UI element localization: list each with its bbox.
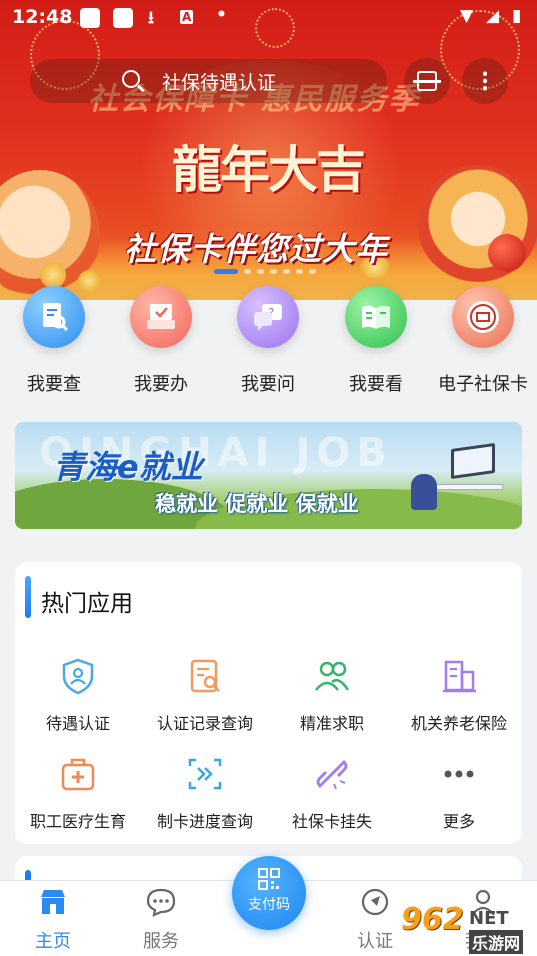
notification-icon [113, 8, 133, 28]
monitor-illustration [451, 442, 495, 480]
medical-kit-icon [58, 754, 98, 794]
service-label: 我要办 [134, 374, 188, 395]
building-icon [439, 656, 479, 696]
app-label: 社保卡挂失 [291, 812, 372, 831]
person-illustration [411, 474, 437, 510]
banner-calligraphy: 龍年大吉 [172, 140, 366, 199]
nav-home[interactable]: 主页 [8, 887, 98, 953]
carousel-dot[interactable] [309, 269, 316, 274]
carousel-indicators [214, 269, 316, 275]
app-medical-maternity[interactable]: 职工医疗生育 [15, 754, 141, 832]
record-search-icon [185, 656, 225, 696]
search-icon [122, 70, 140, 88]
carousel-dot[interactable] [257, 269, 264, 274]
people-icon [312, 656, 352, 696]
watermark-number: 962 [401, 902, 464, 937]
notification-icon [80, 8, 100, 28]
watermark-net: NET [469, 908, 509, 929]
question-chat-icon: ? [237, 286, 299, 348]
search-bar[interactable]: 社保待遇认证 [30, 59, 387, 103]
app-card-progress-query[interactable]: 制卡进度查询 [142, 754, 268, 832]
section-accent-bar [25, 576, 31, 618]
scan-button[interactable] [404, 58, 450, 104]
app-pension-insurance[interactable]: 机关养老保险 [396, 656, 522, 734]
office-worker-illustration [411, 442, 503, 510]
navigation-arrow-icon [360, 887, 390, 917]
app-label: 制卡进度查询 [156, 812, 253, 831]
document-search-icon [23, 286, 85, 348]
hot-apps-card: 热门应用 待遇认证 认证记录查询 精准求职 机关养老保险 职工医疗生育 制卡进度… [15, 562, 522, 844]
employment-promo-banner[interactable]: QINGHAI JOB 青海e就业 稳就业 促就业 保就业 [15, 422, 522, 529]
app-more[interactable]: 更多 [396, 754, 522, 832]
app-card-report-loss[interactable]: 社保卡挂失 [269, 754, 395, 832]
more-vertical-icon [483, 70, 487, 92]
carousel-dot[interactable] [296, 269, 303, 274]
open-book-icon [345, 286, 407, 348]
service-ask[interactable]: ? 我要问 [214, 286, 322, 396]
app-label: 认证记录查询 [156, 714, 253, 733]
watermark-name: 乐游网 [469, 930, 524, 954]
download-icon: ⭳ [148, 8, 154, 28]
payment-code-button[interactable]: 支付码 [232, 856, 306, 930]
service-shortcuts: 我要查 我要办 ? 我要问 我要看 电子社保卡 [0, 286, 537, 396]
nav-label: 服务 [143, 931, 179, 952]
scan-line [413, 80, 441, 83]
carousel-dot[interactable] [270, 269, 277, 274]
app-label: 职工医疗生育 [29, 812, 126, 831]
qr-code-icon [258, 868, 280, 890]
carousel-dot-active[interactable] [214, 269, 238, 274]
app-auth-record-query[interactable]: 认证记录查询 [142, 656, 268, 734]
nav-services[interactable]: 服务 [116, 887, 206, 953]
section-title: 热门应用 [41, 591, 133, 617]
broken-link-icon [312, 754, 352, 794]
app-label: 机关养老保险 [410, 714, 507, 733]
service-handle[interactable]: 我要办 [107, 286, 215, 396]
nav-label: 主页 [35, 931, 71, 952]
chat-bubble-icon [146, 887, 176, 917]
shield-person-icon [58, 656, 98, 696]
service-label: 我要问 [241, 374, 295, 395]
service-label: 我要看 [349, 374, 403, 395]
gold-coin-decoration [40, 262, 66, 288]
app-label: 待遇认证 [45, 714, 110, 733]
card-progress-icon [185, 754, 225, 794]
search-placeholder: 社保待遇认证 [162, 71, 277, 94]
app-job-search[interactable]: 精准求职 [269, 656, 395, 734]
battery-icon: ▮ [512, 6, 522, 26]
promo-subtitle: 稳就业 促就业 保就业 [155, 492, 359, 516]
lantern-ball-decoration [488, 234, 526, 272]
checkbox-tray-icon [130, 286, 192, 348]
carousel-dot[interactable] [283, 269, 290, 274]
wifi-icon: ▼ [460, 6, 474, 26]
pay-label: 支付码 [248, 897, 290, 913]
more-dots-icon [439, 754, 479, 794]
service-query[interactable]: 我要查 [0, 286, 108, 396]
social-security-emblem-icon [452, 286, 514, 348]
app-label: 精准求职 [299, 714, 364, 733]
more-menu-button[interactable] [462, 58, 508, 104]
service-read[interactable]: 我要看 [322, 286, 430, 396]
promo-title: 青海e就业 [53, 448, 203, 486]
hero-banner[interactable]: 社会保障卡 惠民服务季 龍年大吉 社保卡伴您过大年 [0, 0, 537, 300]
service-e-card[interactable]: 电子社保卡 [429, 286, 537, 396]
service-label: 电子社保卡 [438, 374, 528, 395]
signal-icon: ◢ [486, 6, 500, 26]
banner-slogan: 社保卡伴您过大年 [124, 230, 389, 268]
a-badge-icon: A [180, 10, 194, 24]
home-store-icon [38, 887, 68, 917]
app-label: 更多 [442, 812, 475, 831]
status-time: 12:48 [12, 6, 73, 28]
carousel-dot[interactable] [244, 269, 251, 274]
dot-icon: • [216, 5, 227, 25]
site-watermark-logo: 962 NET 乐游网 [397, 902, 533, 954]
status-bar: 12:48 ⭳ A • ▼ ◢ ▮ [0, 0, 537, 36]
service-label: 我要查 [27, 374, 81, 395]
app-benefit-auth[interactable]: 待遇认证 [15, 656, 141, 734]
